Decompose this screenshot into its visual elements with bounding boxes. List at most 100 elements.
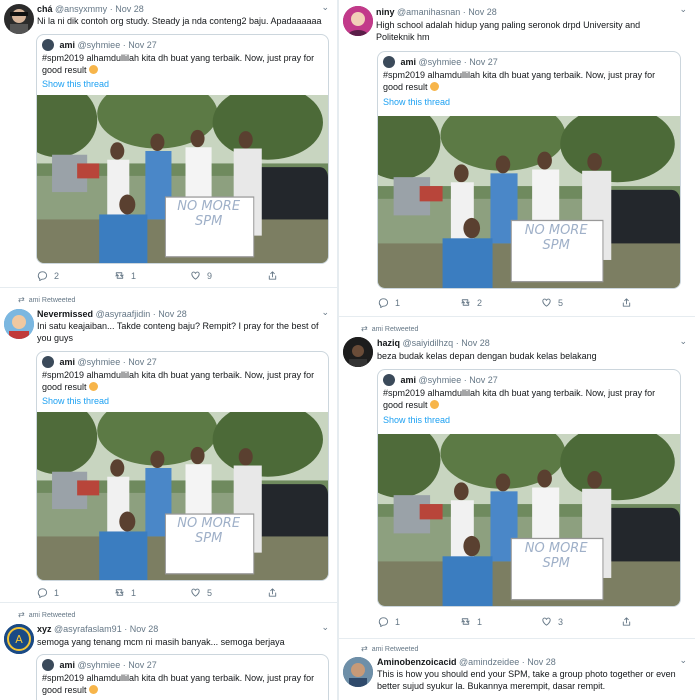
like-button[interactable]: 5 [541,297,563,308]
retweet-button[interactable]: 1 [460,616,482,627]
show-thread-link[interactable]: Show this thread [42,396,109,406]
retweeted-by: ⇄ ami Retweeted [18,295,76,304]
smile-emoji-icon [89,685,99,694]
heart-icon [541,616,552,627]
quoted-header: ami @syhmiee · Nov 27 [42,356,157,368]
avatar[interactable] [4,4,34,34]
quoted-text: #spm2019 alhamdullilah kita dh buat yang… [42,53,315,75]
author-handle[interactable]: @saiyidilhzq [403,338,454,348]
quoted-tweet[interactable]: ami @syhmiee · Nov 27 #spm2019 alhamdull… [377,51,681,289]
retweet-button[interactable]: 1 [114,587,136,598]
timeline-left: chá @ansyxmmy · Nov 28 ⌄ Ni la ni dik co… [0,0,338,700]
heart-icon [190,587,201,598]
tweet-text: This is how you should end your SPM, tak… [377,669,676,691]
reply-button[interactable]: 1 [378,297,400,308]
author-name[interactable]: Aminobenzoicacid [377,657,457,667]
share-icon [267,270,278,281]
quoted-date: Nov 27 [128,40,157,50]
share-icon [621,297,632,308]
author-handle[interactable]: @amanihasnan [397,7,460,17]
heart-icon [541,297,552,308]
show-thread-link[interactable]: Show this thread [383,415,450,425]
tweet[interactable]: ⇄ ami Retweeted Nevermissed @asyraafjidin… [0,289,337,603]
share-button[interactable] [267,587,278,598]
reply-button[interactable]: 1 [37,587,59,598]
show-thread-link[interactable]: Show this thread [383,97,450,107]
share-button[interactable] [267,270,278,281]
separator: · [455,338,459,348]
quoted-photo[interactable]: NO MORE SPM [378,116,680,288]
avatar[interactable] [343,337,373,367]
chevron-down-icon[interactable]: ⌄ [679,655,687,666]
tweet[interactable]: ⇄ ami Retweeted A xyz @asyrafaslam91 · No… [0,604,337,700]
author-handle[interactable]: @amindzeidee [459,657,519,667]
avatar[interactable] [343,657,373,687]
show-thread-link[interactable]: Show this thread [42,79,109,89]
author-handle[interactable]: @asyraafjidin [96,309,151,319]
quoted-photo[interactable]: NO MORE SPM [37,95,328,263]
author-name[interactable]: chá [37,4,53,14]
quoted-header: ami @syhmiee · Nov 27 [383,56,498,68]
retweet-icon [460,297,471,308]
quoted-tweet[interactable]: ami @syhmiee · Nov 27 #spm2019 alhamdull… [36,34,329,264]
quoted-author-name: ami [59,357,76,367]
avatar[interactable] [343,6,373,36]
tweet-date[interactable]: Nov 28 [130,624,159,634]
quoted-text: #spm2019 alhamdullilah kita dh buat yang… [42,370,315,392]
quoted-tweet[interactable]: ami @syhmiee · Nov 27 #spm2019 alhamdull… [377,369,681,607]
quoted-author-handle: @syhmiee [418,57,462,67]
tweet-date[interactable]: Nov 28 [527,657,556,667]
chevron-down-icon[interactable]: ⌄ [321,307,329,318]
chevron-down-icon[interactable]: ⌄ [679,336,687,347]
retweet-icon: ⇄ [18,295,25,304]
quoted-tweet[interactable]: ami @syhmiee · Nov 27 #spm2019 alhamdull… [36,654,329,700]
quoted-tweet[interactable]: ami @syhmiee · Nov 27 #spm2019 alhamdull… [36,351,329,581]
like-count: 9 [207,270,213,281]
tweet[interactable]: ⇄ ami Retweeted Aminobenzoicacid @amindze… [339,640,695,700]
author-name[interactable]: xyz [37,624,52,634]
tweet-text: semoga yang tenang mcm ni masih banyak..… [37,637,285,647]
quoted-photo[interactable]: NO MORE SPM [378,434,680,606]
like-button[interactable]: 5 [190,587,212,598]
tweet-header: chá @ansyxmmy · Nov 28 [37,3,144,15]
like-count: 3 [558,616,564,627]
reply-button[interactable]: 1 [378,616,400,627]
tweet[interactable]: niny @amanihasnan · Nov 28 ⌄ High school… [339,0,695,317]
protest-sign: NO MORE SPM [177,199,241,230]
retweeted-by: ⇄ ami Retweeted [18,610,76,619]
tweet-date[interactable]: Nov 28 [115,4,144,14]
tweet-date[interactable]: Nov 28 [158,309,187,319]
tweet-text: High school adalah hidup yang paling ser… [376,20,641,42]
smile-emoji-icon [89,382,99,391]
tweet[interactable]: chá @ansyxmmy · Nov 28 ⌄ Ni la ni dik co… [0,0,337,288]
share-button[interactable] [621,616,632,627]
share-button[interactable] [621,297,632,308]
avatar[interactable]: A [4,624,34,654]
retweet-icon: ⇄ [361,644,368,653]
author-handle[interactable]: @asyrafaslam91 [54,624,122,634]
tweet-date[interactable]: Nov 28 [468,7,497,17]
author-name[interactable]: haziq [377,338,400,348]
quoted-avatar [42,659,54,671]
quoted-author-name: ami [59,660,76,670]
quoted-author-name: ami [400,57,417,67]
svg-text:A: A [15,633,23,646]
retweet-button[interactable]: 2 [460,297,482,308]
author-name[interactable]: Nevermissed [37,309,93,319]
retweet-button[interactable]: 1 [114,270,136,281]
quoted-photo[interactable]: NO MORE SPM [37,412,328,580]
avatar[interactable] [4,309,34,339]
smile-emoji-icon [89,65,99,74]
like-button[interactable]: 3 [541,616,563,627]
like-button[interactable]: 9 [190,270,212,281]
author-handle[interactable]: @ansyxmmy [55,4,107,14]
tweet-date[interactable]: Nov 28 [461,338,490,348]
tweet[interactable]: ⇄ ami Retweeted haziq @saiyidilhzq · Nov … [339,318,695,639]
chevron-down-icon[interactable]: ⌄ [679,4,687,15]
chevron-down-icon[interactable]: ⌄ [321,2,329,13]
reply-button[interactable]: 2 [37,270,59,281]
chevron-down-icon[interactable]: ⌄ [321,622,329,633]
author-name[interactable]: niny [376,7,395,17]
tweet-header: Aminobenzoicacid @amindzeidee · Nov 28 [377,656,556,668]
tweet-header: haziq @saiyidilhzq · Nov 28 [377,337,490,349]
